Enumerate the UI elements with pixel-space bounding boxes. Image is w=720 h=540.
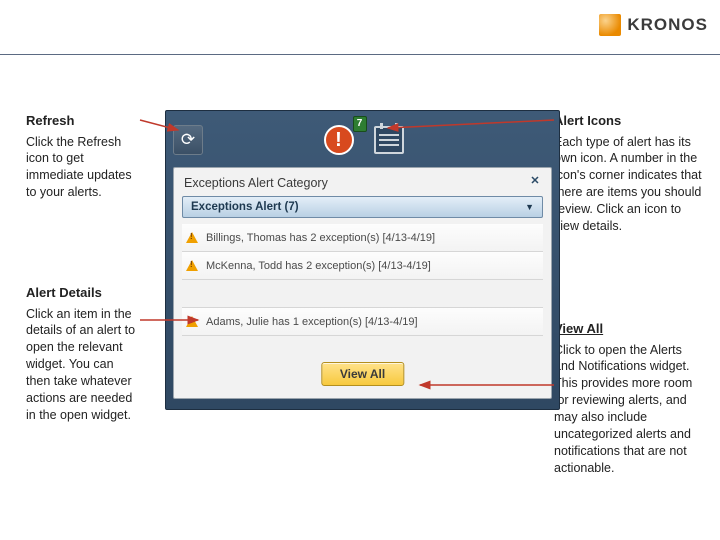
calendar-alert-icon[interactable] [374,126,404,154]
annotation-refresh-body: Click the Refresh icon to get immediate … [26,134,141,202]
annotation-viewall-body: Click to open the Alerts and Notificatio… [554,342,704,477]
dropdown-label: Exceptions Alert (7) [191,201,299,213]
exceptions-alert-icon[interactable]: ! 7 [322,123,356,157]
brand-logo-icon [599,14,621,36]
annotation-viewall: View All Click to open the Alerts and No… [554,320,704,477]
alert-row-text: Billings, Thomas has 2 exception(s) [4/1… [206,232,435,244]
alert-category-dropdown[interactable]: Exceptions Alert (7) ▼ [182,196,543,218]
annotation-icons: Alert Icons Each type of alert has its o… [554,112,704,235]
annotation-details-title: Alert Details [26,284,141,302]
annotation-refresh-title: Refresh [26,112,141,130]
brand: KRONOS [599,14,708,36]
panel-title: Exceptions Alert Category [184,176,328,190]
alert-row[interactable]: Adams, Julie has 1 exception(s) [4/13-4/… [182,308,543,336]
view-all-button[interactable]: View All [321,362,404,386]
annotation-icons-title: Alert Icons [554,112,704,130]
warning-icon [186,232,198,243]
panel-close-button[interactable]: ✕ [527,174,543,188]
alert-count-badge: 7 [353,116,367,132]
warning-icon [186,260,198,271]
warning-icon [186,316,198,327]
exclamation-icon: ! [324,125,354,155]
refresh-button[interactable]: ⟳ [173,125,203,155]
alert-row-spacer [182,280,543,308]
annotation-viewall-title: View All [554,320,704,338]
annotation-icons-body: Each type of alert has its own icon. A n… [554,134,704,235]
alert-row-text: McKenna, Todd has 2 exception(s) [4/13-4… [206,260,431,272]
refresh-icon: ⟳ [181,130,195,150]
alert-row[interactable]: Billings, Thomas has 2 exception(s) [4/1… [182,224,543,252]
annotation-details: Alert Details Click an item in the detai… [26,284,141,424]
alert-row-text: Adams, Julie has 1 exception(s) [4/13-4/… [206,316,418,328]
alerts-widget: ⟳ ! 7 Exceptions Alert Category ✕ Except… [165,110,560,410]
chevron-down-icon: ▼ [525,202,534,212]
annotation-details-body: Click an item in the details of an alert… [26,306,141,424]
brand-name: KRONOS [627,15,708,35]
alert-row[interactable]: McKenna, Todd has 2 exception(s) [4/13-4… [182,252,543,280]
annotation-refresh: Refresh Click the Refresh icon to get im… [26,112,141,201]
